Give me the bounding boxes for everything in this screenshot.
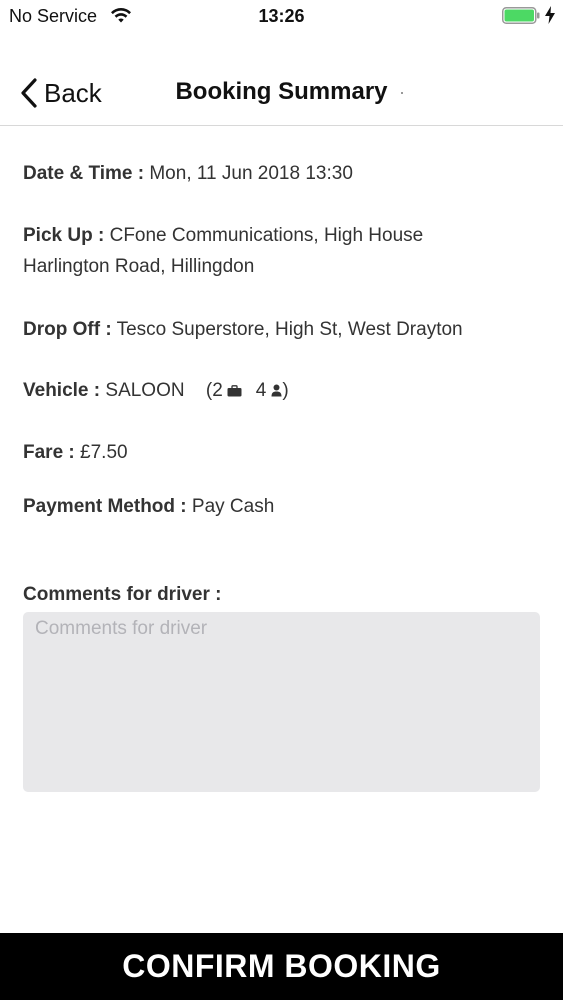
vehicle-row: Vehicle : SALOON ( 2 4 ) — [23, 375, 543, 406]
comments-label: Comments for driver : — [23, 584, 222, 605]
vehicle-value: SALOON — [105, 380, 185, 401]
pickup-row: Pick Up : CFone Communications, High Hou… — [23, 220, 543, 282]
briefcase-icon — [227, 384, 242, 396]
battery-full-icon — [502, 7, 540, 24]
passenger-count: 4 — [255, 380, 267, 401]
dropoff-label: Drop Off : — [23, 319, 112, 340]
datetime-row: Date & Time : Mon, 11 Jun 2018 13:30 — [23, 158, 543, 189]
page-title: Booking Summary — [175, 78, 388, 105]
payment-label: Payment Method : — [23, 496, 187, 517]
datetime-value: Mon, 11 Jun 2018 13:30 — [149, 163, 353, 184]
luggage-count: 2 — [212, 380, 223, 401]
payment-row: Payment Method : Pay Cash — [23, 491, 543, 522]
navigation-bar: Back Booking Summary — [0, 56, 563, 126]
fare-row: Fare : £7.50 — [23, 437, 543, 468]
datetime-label: Date & Time : — [23, 163, 145, 184]
title-accessory-dot — [401, 92, 403, 94]
pickup-value: CFone Communications, High House — [109, 225, 424, 246]
pickup-value-line2: Harlington Road, Hillingdon — [23, 256, 255, 277]
vehicle-label: Vehicle : — [23, 380, 101, 401]
fare-value: £7.50 — [80, 442, 128, 463]
dropoff-value: Tesco Superstore, High St, West Drayton — [116, 319, 463, 340]
dropoff-row: Drop Off : Tesco Superstore, High St, We… — [23, 314, 543, 345]
pickup-label: Pick Up : — [23, 225, 105, 246]
person-icon — [271, 384, 282, 397]
bolt-icon — [545, 6, 555, 24]
status-time: 13:26 — [258, 6, 305, 26]
vehicle-capacity: ( 2 4 ) — [206, 375, 289, 406]
confirm-booking-button[interactable]: CONFIRM BOOKING — [0, 933, 563, 1000]
comments-input[interactable] — [23, 612, 540, 792]
payment-value: Pay Cash — [191, 496, 275, 517]
status-bar: No Service 13:26 — [0, 0, 563, 34]
capacity-close-paren: ) — [282, 380, 289, 401]
fare-label: Fare : — [23, 442, 75, 463]
